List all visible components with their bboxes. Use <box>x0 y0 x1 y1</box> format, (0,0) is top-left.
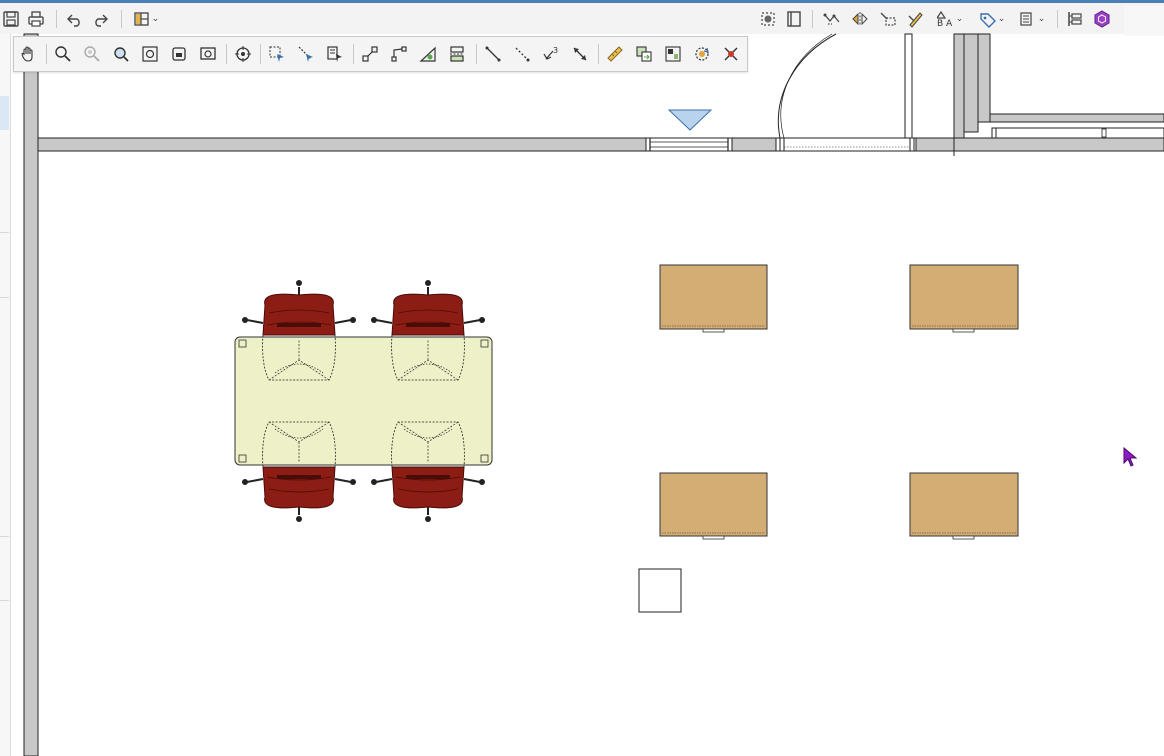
pan-hand-icon[interactable] <box>16 42 40 66</box>
snap-angle-icon[interactable] <box>416 42 440 66</box>
zoom-previous-icon[interactable] <box>196 42 220 66</box>
copy-objects-icon[interactable] <box>632 42 656 66</box>
mouse-cursor-icon <box>1123 447 1138 467</box>
desk[interactable] <box>659 472 768 540</box>
camera-marker[interactable] <box>667 109 713 131</box>
select-objects-icon[interactable] <box>265 42 289 66</box>
top-wall <box>37 137 647 152</box>
desk[interactable] <box>909 264 1019 333</box>
toolbar-divider <box>260 44 261 64</box>
connect-nodes-icon[interactable] <box>358 42 382 66</box>
zoom-icon[interactable] <box>51 42 75 66</box>
door-opening <box>775 137 917 152</box>
point-count-label: 3 <box>553 46 558 55</box>
rotate-about-icon[interactable] <box>690 42 714 66</box>
measure-direction-icon[interactable] <box>568 42 592 66</box>
view-toolbar: 3 <box>13 36 748 72</box>
left-wall <box>23 33 39 756</box>
toolbar-divider <box>353 44 354 64</box>
select-edges-icon[interactable] <box>294 42 318 66</box>
tag-box[interactable] <box>638 568 682 613</box>
window <box>645 137 733 152</box>
zoom-out-icon[interactable] <box>80 42 104 66</box>
align-objects-icon[interactable] <box>445 42 469 66</box>
ruler-icon[interactable] <box>603 42 627 66</box>
desk[interactable] <box>909 472 1019 540</box>
center-view-icon[interactable] <box>231 42 255 66</box>
select-text-icon[interactable] <box>323 42 347 66</box>
toolbar-divider <box>46 44 47 64</box>
partition-wall <box>953 33 965 139</box>
group-objects-icon[interactable] <box>661 42 685 66</box>
delete-object-icon[interactable] <box>719 42 743 66</box>
floor-plan-canvas[interactable] <box>0 0 1164 756</box>
door-swing <box>777 33 837 139</box>
toolbar-divider <box>598 44 599 64</box>
draw-line-icon[interactable] <box>481 42 505 66</box>
toolbar-divider <box>476 44 477 64</box>
break-line-icon[interactable] <box>387 42 411 66</box>
desk[interactable] <box>659 264 768 333</box>
zoom-window-icon[interactable] <box>109 42 133 66</box>
door-leaf <box>904 33 913 139</box>
fill-window-icon[interactable] <box>138 42 162 66</box>
toolbar-divider <box>226 44 227 64</box>
point-count-icon[interactable]: 3 <box>539 42 563 66</box>
zoom-selection-icon[interactable] <box>167 42 191 66</box>
conference-table[interactable] <box>234 336 493 466</box>
dashed-line-icon[interactable] <box>510 42 534 66</box>
